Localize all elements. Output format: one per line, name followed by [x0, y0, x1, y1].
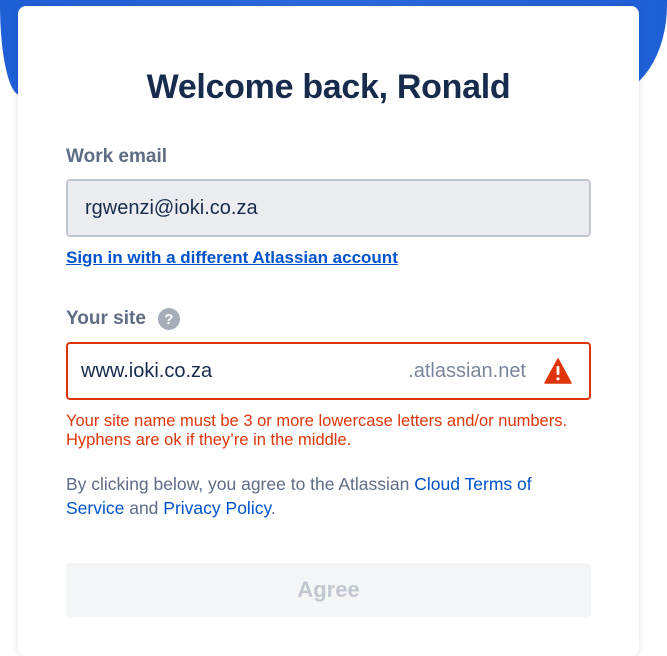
site-input[interactable] — [79, 358, 409, 384]
login-card: Welcome back, Ronald Work email rgwenzi@… — [18, 6, 639, 656]
email-value: rgwenzi@ioki.co.za — [85, 196, 258, 219]
page-title: Welcome back, Ronald — [146, 68, 511, 106]
site-label-row: Your site ? — [66, 308, 180, 330]
email-label: Work email — [66, 146, 168, 167]
site-label: Your site — [66, 308, 146, 329]
question-circle-icon[interactable]: ? — [157, 308, 180, 330]
privacy-policy-link[interactable]: Privacy Policy — [163, 498, 271, 518]
switch-account-link[interactable]: Sign in with a different Atlassian accou… — [66, 248, 398, 268]
site-suffix: .atlassian.net — [408, 359, 526, 382]
site-field[interactable]: .atlassian.net — [66, 342, 591, 400]
terms-suffix: . — [270, 498, 276, 518]
agree-button[interactable]: Agree — [66, 563, 591, 617]
terms-prefix: By clicking below, you agree to the Atla… — [66, 474, 415, 494]
site-error-message: Your site name must be 3 or more lowerca… — [66, 412, 568, 449]
terms-and: and — [124, 498, 164, 518]
terms-text: By clicking below, you agree to the Atla… — [66, 472, 591, 520]
email-field[interactable]: rgwenzi@ioki.co.za — [66, 179, 591, 237]
warning-triangle-icon — [544, 358, 572, 384]
